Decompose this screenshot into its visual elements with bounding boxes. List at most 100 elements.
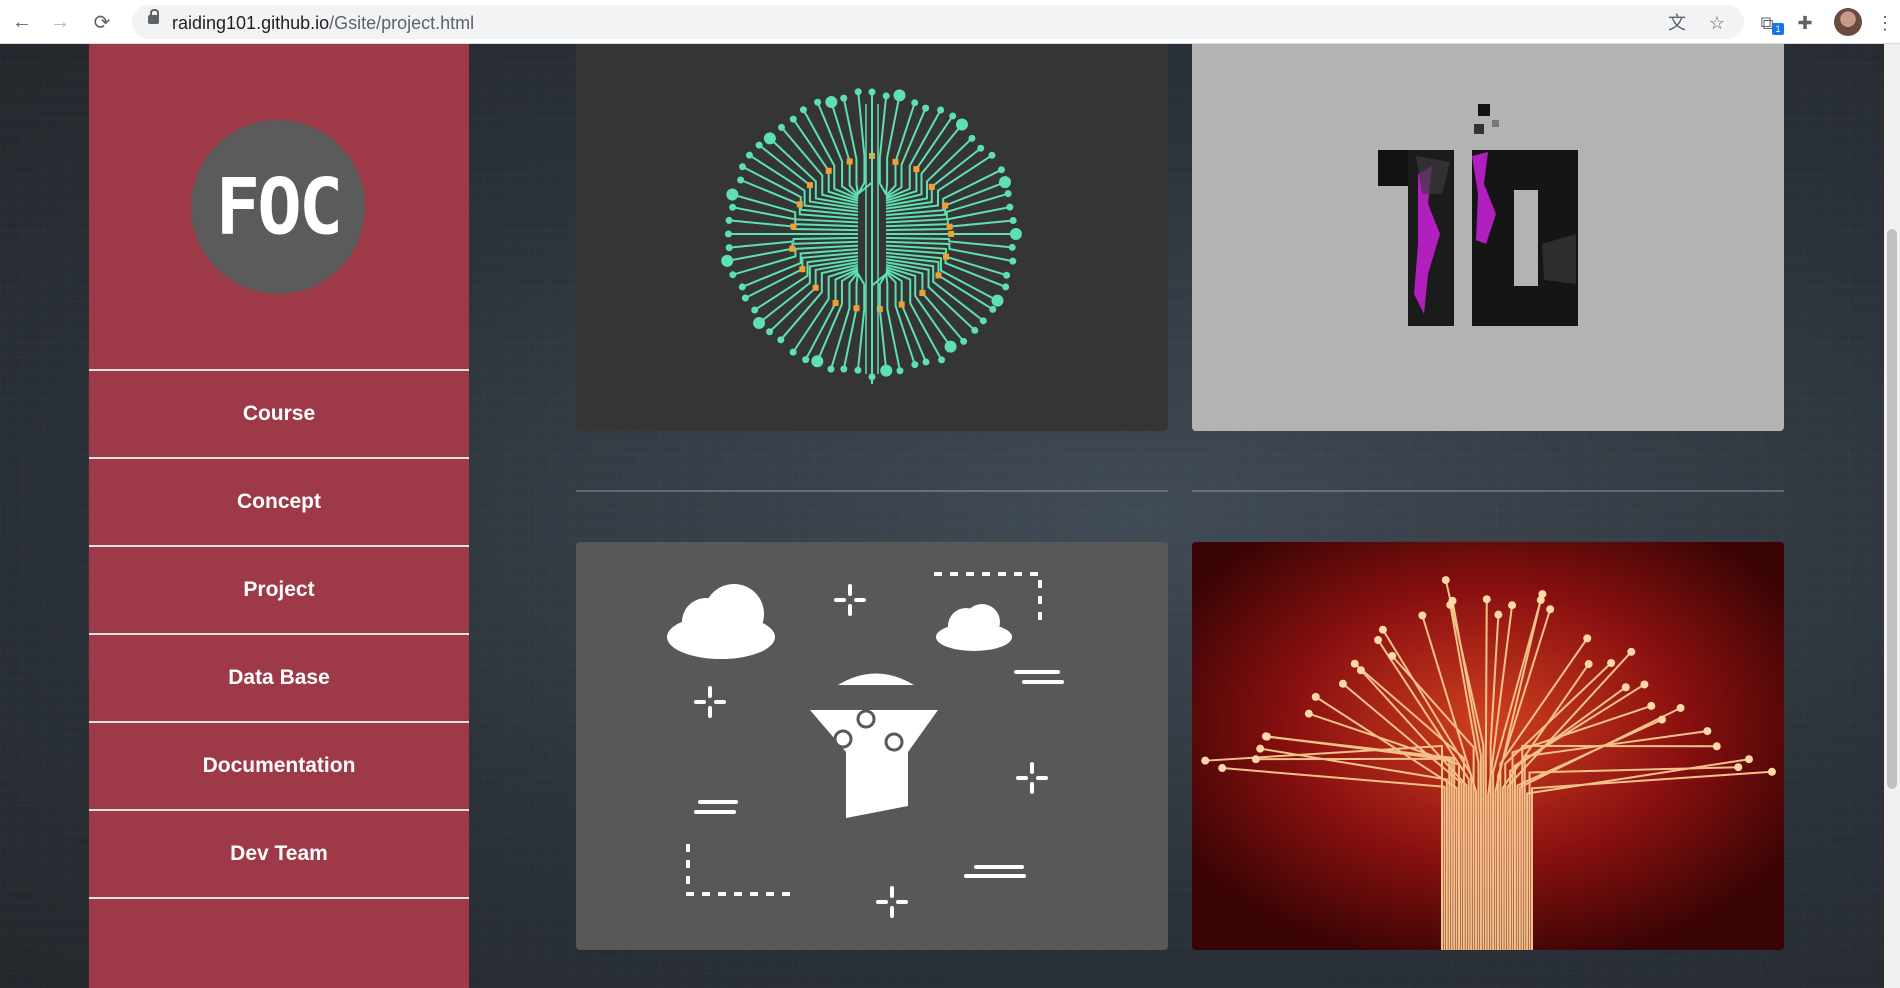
sidebar-item-dev-team[interactable]: Dev Team	[89, 811, 469, 899]
section-divider	[576, 490, 1168, 492]
logo-text: FOC	[215, 161, 344, 253]
circuit-node	[799, 106, 807, 114]
circuit-node	[1583, 634, 1592, 643]
circuit-node	[1350, 659, 1359, 668]
url-path: /Gsite/project.html	[329, 13, 475, 33]
circuit-node	[1009, 217, 1017, 225]
circuit-node	[763, 132, 776, 145]
circuit-trace	[856, 273, 866, 371]
back-icon[interactable]: ←	[8, 8, 36, 36]
circuit-node	[738, 163, 746, 171]
circuit-chip	[812, 284, 819, 291]
circuit-node	[741, 294, 749, 302]
circuit-node	[1627, 647, 1636, 656]
lock-icon[interactable]	[148, 9, 159, 24]
circuit-node	[1304, 709, 1313, 718]
circuit-node	[753, 316, 766, 329]
circuit-node	[893, 89, 906, 102]
circuit-node	[766, 328, 774, 336]
circuit-node	[1218, 764, 1227, 773]
circuit-node	[1378, 625, 1387, 634]
circuit-node	[1640, 680, 1649, 689]
circuit-trace	[885, 107, 927, 198]
url-text[interactable]: raiding101.github.io/Gsite/project.html	[172, 13, 474, 34]
circuit-node	[944, 340, 957, 353]
url-host: raiding101.github.io	[172, 13, 330, 33]
circuit-chip	[790, 223, 797, 230]
circuit-node	[971, 326, 979, 334]
circuit-node	[802, 356, 810, 364]
scrollbar-thumb[interactable]	[1887, 229, 1897, 789]
circuit-node	[1621, 683, 1630, 692]
sidebar-menu: Course Concept Project Data Base Documen…	[89, 369, 469, 899]
circuit-chip	[943, 253, 950, 260]
circuit-chip	[853, 305, 860, 312]
circuit-node	[1356, 666, 1365, 675]
circuit-node	[1647, 701, 1656, 710]
circuit-node	[1657, 715, 1666, 724]
circuit-node	[811, 355, 824, 368]
circuit-node	[1767, 767, 1776, 776]
circuit-trace	[780, 263, 859, 341]
circuit-node	[949, 112, 957, 120]
red-circuit-tree-icon	[1192, 542, 1784, 950]
project-card-circuit-tree[interactable]	[1192, 542, 1784, 950]
sidebar-item-database[interactable]: Data Base	[89, 635, 469, 723]
sidebar-item-documentation[interactable]: Documentation	[89, 723, 469, 811]
forward-icon[interactable]: →	[46, 8, 74, 36]
circuit-node	[814, 98, 822, 106]
circuit-chip	[919, 290, 926, 297]
circuit-node	[1607, 658, 1616, 667]
translate-icon[interactable]: ⽂	[1666, 12, 1688, 34]
circuit-node	[1311, 692, 1320, 701]
sidebar-item-concept[interactable]: Concept	[89, 459, 469, 547]
sidebar-item-project[interactable]: Project	[89, 547, 469, 635]
circuit-chip	[825, 167, 832, 174]
circuit-chip	[796, 201, 803, 208]
circuit-node	[911, 99, 919, 107]
circuit-node	[991, 294, 1004, 307]
circuit-node	[1256, 744, 1265, 753]
circuit-node	[1418, 611, 1427, 620]
circuit-trace	[885, 95, 901, 195]
circuit-node	[755, 141, 763, 149]
circuit-node	[1002, 283, 1010, 291]
reload-icon[interactable]: ⟳	[88, 8, 116, 36]
circuit-node	[922, 104, 930, 112]
project-card-brain[interactable]	[576, 44, 1168, 431]
circuit-node	[789, 348, 797, 356]
circuit-chip	[928, 183, 935, 190]
circuit-chip	[789, 245, 796, 252]
circuit-trace	[878, 273, 888, 371]
circuit-trace	[878, 95, 888, 195]
project-card-data-funnel[interactable]	[576, 542, 1168, 950]
circuit-node	[1482, 595, 1491, 604]
circuit-node	[827, 365, 835, 373]
circuit-node	[1006, 203, 1014, 211]
circuit-node	[1009, 257, 1017, 265]
circuit-node	[729, 203, 737, 211]
bookmark-star-icon[interactable]: ☆	[1706, 12, 1728, 34]
circuit-node	[1338, 679, 1347, 688]
circuit-node	[854, 366, 862, 374]
circuit-node	[1388, 651, 1397, 660]
circuit-node	[1744, 755, 1753, 764]
sidebar-item-course[interactable]: Course	[89, 371, 469, 459]
circuit-node	[1201, 756, 1210, 765]
address-bar[interactable]: raiding101.github.io/Gsite/project.html …	[132, 5, 1744, 39]
circuit-node	[854, 88, 862, 96]
profile-avatar[interactable]	[1834, 8, 1862, 36]
site-logo[interactable]: FOC	[191, 120, 365, 294]
puzzle-icon[interactable]: ✚	[1792, 10, 1818, 36]
circuit-node	[725, 244, 733, 252]
circuit-node	[979, 317, 987, 325]
circuit-node	[726, 188, 739, 201]
circuit-node	[968, 134, 976, 142]
scrollbar[interactable]	[1884, 44, 1900, 988]
circuit-node	[1251, 755, 1260, 764]
circuit-chip	[946, 223, 953, 230]
sidebar: FOC Course Concept Project Data Base Doc…	[89, 44, 469, 988]
project-card-tio[interactable]	[1192, 44, 1784, 431]
more-menu-icon[interactable]: ⋮	[1872, 10, 1898, 36]
circuit-trace	[885, 273, 901, 371]
